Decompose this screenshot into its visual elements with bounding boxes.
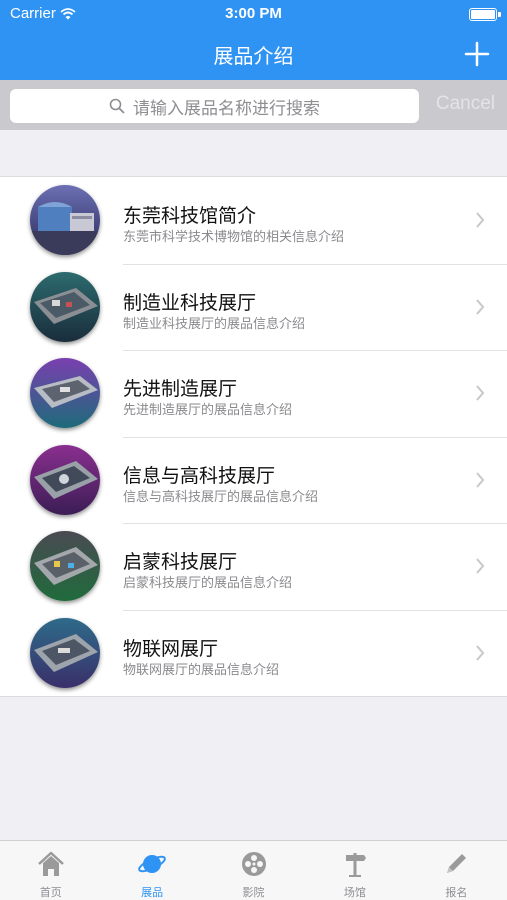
planet-icon	[138, 855, 166, 873]
battery-icon	[469, 8, 501, 21]
signpost-icon	[345, 853, 366, 877]
exhibit-list: 东莞科技馆简介 东莞市科学技术博物馆的相关信息介绍 制造业科技展厅 制造业科技展…	[0, 176, 507, 697]
exhibit-thumbnail-advanced-manufacturing	[30, 358, 100, 428]
exhibit-thumbnail-museum	[30, 185, 100, 255]
item-subtitle: 先进制造展厅的展品信息介绍	[123, 403, 293, 418]
item-title: 启蒙科技展厅	[123, 551, 238, 573]
search-bar: 请输入展品名称进行搜索 Cancel	[0, 80, 507, 130]
item-subtitle: 启蒙科技展厅的展品信息介绍	[123, 576, 293, 591]
list-item[interactable]: 物联网展厅 物联网展厅的展品信息介绍	[0, 609, 507, 697]
exhibit-thumbnail-manufacturing	[30, 271, 100, 342]
tab-label: 展品	[141, 886, 164, 899]
add-icon[interactable]	[459, 36, 495, 72]
item-title: 东莞科技馆简介	[123, 205, 257, 227]
tab-exhibits[interactable]: 展品	[101, 841, 202, 900]
exhibit-thumbnail-information-tech	[30, 444, 100, 515]
search-icon	[109, 98, 125, 114]
tab-label: 场馆	[343, 886, 366, 899]
item-subtitle: 物联网展厅的展品信息介绍	[123, 662, 280, 678]
home-icon	[37, 851, 64, 876]
item-subtitle: 东莞市科学技术博物馆的相关信息介绍	[123, 230, 345, 245]
tab-label: 影院	[242, 886, 265, 899]
pencil-icon	[447, 854, 467, 873]
search-input[interactable]: 请输入展品名称进行搜索	[10, 89, 419, 123]
navigation-bar: 展品介绍	[0, 28, 507, 80]
chevron-right-icon	[476, 644, 485, 661]
item-title: 制造业科技展厅	[123, 291, 257, 314]
page-title: 展品介绍	[213, 44, 294, 68]
chevron-right-icon	[476, 385, 485, 401]
item-subtitle: 制造业科技展厅的展品信息介绍	[123, 316, 306, 332]
item-subtitle: 信息与高科技展厅的展品信息介绍	[123, 489, 319, 505]
tab-bar: 首页 展品 影院 场馆 报名	[0, 840, 507, 900]
item-title: 物联网展厅	[123, 637, 219, 660]
status-time: 3:00 PM	[225, 5, 282, 22]
tab-label: 报名	[445, 886, 468, 899]
chevron-right-icon	[476, 558, 485, 574]
list-item[interactable]: 信息与高科技展厅 信息与高科技展厅的展品信息介绍	[0, 436, 507, 524]
chevron-right-icon	[476, 471, 485, 488]
tab-label: 首页	[39, 886, 62, 899]
chevron-right-icon	[476, 212, 485, 228]
film-reel-icon	[241, 852, 266, 876]
tab-venue[interactable]: 场馆	[304, 841, 405, 900]
status-bar: Carrier 3:00 PM	[0, 0, 507, 28]
cancel-button[interactable]: Cancel	[436, 93, 495, 115]
chevron-right-icon	[476, 298, 485, 315]
item-title: 先进制造展厅	[123, 378, 238, 400]
list-item[interactable]: 制造业科技展厅 制造业科技展厅的展品信息介绍	[0, 263, 507, 351]
tab-cinema[interactable]: 影院	[203, 841, 304, 900]
exhibit-thumbnail-enlightenment	[30, 531, 100, 601]
list-item[interactable]: 东莞科技馆简介 东莞市科学技术博物馆的相关信息介绍	[0, 177, 507, 264]
exhibit-thumbnail-iot	[30, 617, 100, 688]
list-item[interactable]: 先进制造展厅 先进制造展厅的展品信息介绍	[0, 350, 507, 437]
list-item[interactable]: 启蒙科技展厅 启蒙科技展厅的展品信息介绍	[0, 523, 507, 610]
tab-signup[interactable]: 报名	[406, 841, 507, 900]
tab-home[interactable]: 首页	[0, 841, 101, 900]
search-placeholder: 请输入展品名称进行搜索	[133, 98, 320, 119]
item-title: 信息与高科技展厅	[123, 464, 276, 487]
